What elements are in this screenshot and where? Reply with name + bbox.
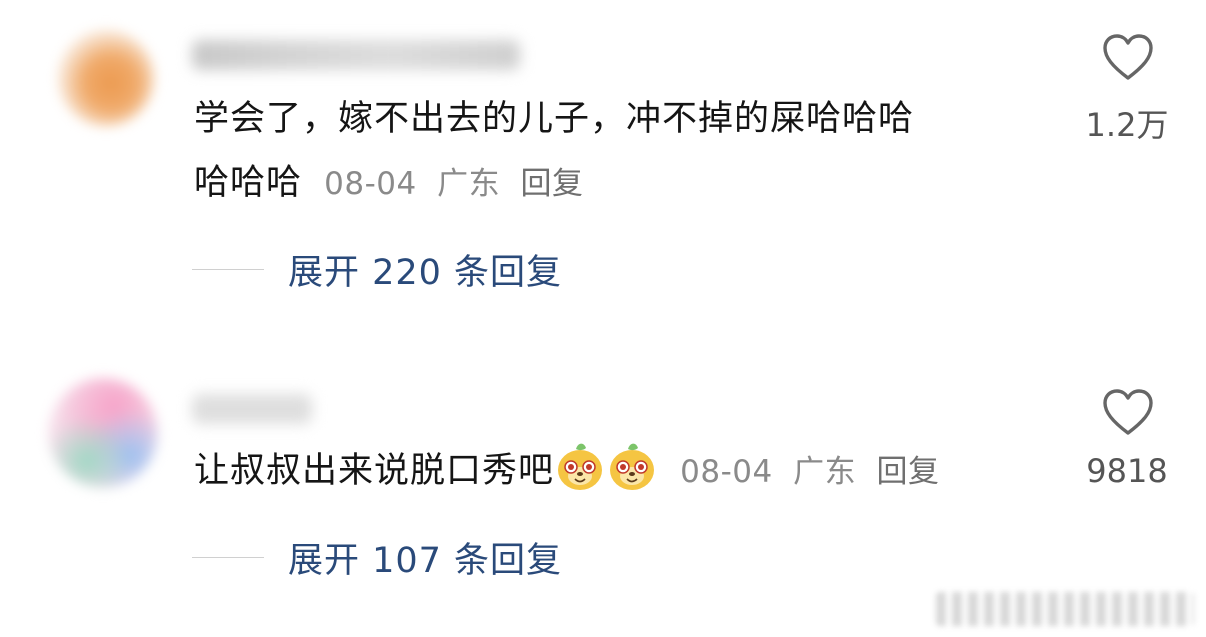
comment-text: 学会了，嫁不出去的儿子，冲不掉的屎哈哈哈	[194, 88, 914, 150]
comment-text-line-2: 哈哈哈 08-04 广东 回复	[194, 152, 583, 215]
comment-text-line: 哈哈哈	[194, 163, 303, 203]
expand-replies-button[interactable]: 展开 107 条回复	[192, 532, 562, 582]
divider-line	[192, 268, 264, 270]
comment-date: 08-04	[680, 454, 773, 490]
avatar[interactable]	[48, 378, 158, 488]
like-count: 1.2万	[1085, 106, 1169, 144]
username-blurred[interactable]	[192, 394, 312, 424]
reply-button[interactable]: 回复	[876, 454, 939, 490]
reply-button[interactable]: 回复	[520, 166, 583, 202]
heart-outline-icon[interactable]	[1102, 33, 1154, 81]
like-count: 9818	[1086, 452, 1168, 490]
dog-face-emoji	[558, 443, 603, 490]
expand-replies-label: 展开 220 条回复	[288, 252, 563, 293]
heart-outline-icon[interactable]	[1102, 388, 1154, 436]
comment-location: 广东	[793, 454, 857, 490]
comment-location: 广东	[437, 166, 501, 202]
watermark-blurred	[936, 592, 1194, 626]
comment-text-line: 让叔叔出来说脱口秀吧	[194, 451, 555, 491]
username-blurred[interactable]	[192, 40, 520, 70]
comment-text-line: 学会了，嫁不出去的儿子，冲不掉的屎哈哈哈	[194, 99, 915, 139]
expand-replies-button[interactable]: 展开 220 条回复	[192, 244, 562, 294]
dog-face-emoji	[610, 443, 655, 490]
divider-line	[192, 556, 264, 558]
expand-replies-label: 展开 107 条回复	[288, 540, 563, 581]
comment-meta: 08-04 广东 回复	[670, 454, 939, 490]
avatar[interactable]	[58, 30, 154, 126]
comment-meta: 08-04 广东 回复	[314, 166, 583, 202]
comment-text: 让叔叔出来说脱口秀吧 08-04 广东 回复	[194, 440, 939, 503]
comment-date: 08-04	[324, 166, 417, 202]
